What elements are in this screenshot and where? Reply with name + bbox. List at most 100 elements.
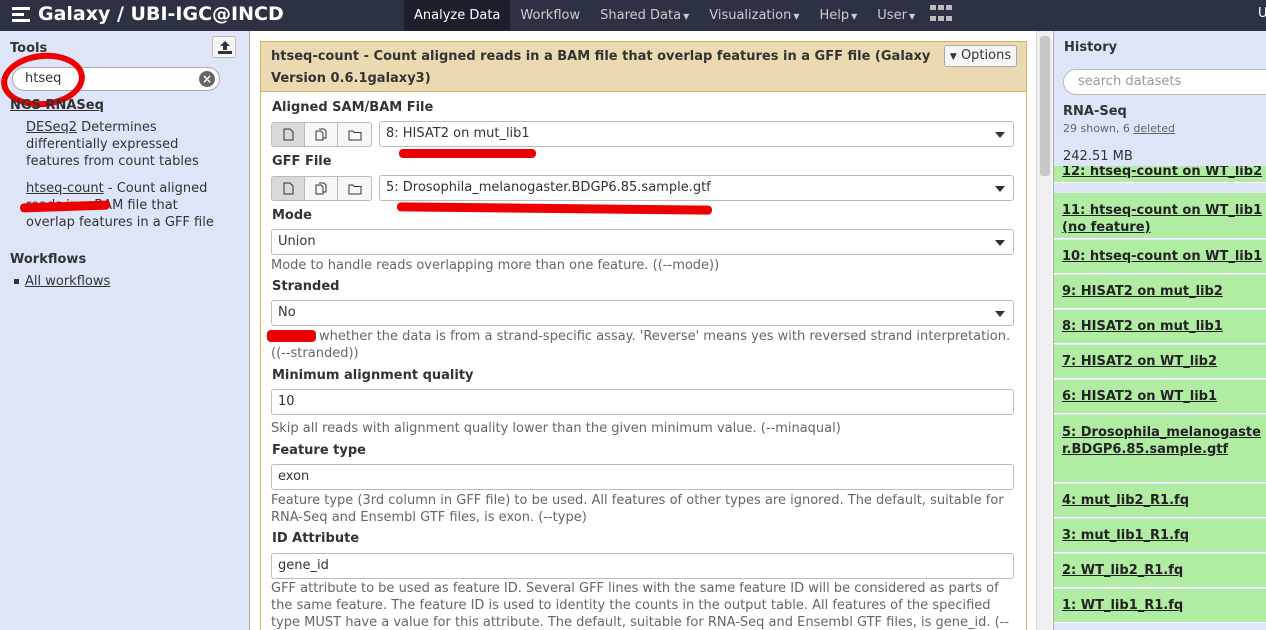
dataset-item[interactable]: 3: mut_lib1_R1.fq [1054,519,1266,553]
shown-text: 29 shown, 6 [1063,122,1134,135]
dataset-item[interactable]: 9: HISAT2 on mut_lib2 [1054,275,1266,309]
dropdown-arrow-icon [995,132,1005,138]
nav-user[interactable]: User ▼ [867,0,925,31]
nav-visualization[interactable]: Visualization ▼ [699,0,809,31]
dataset-item[interactable]: 5: Drosophila_melanogaster.BDGP6.85.samp… [1054,415,1266,483]
dataset-item[interactable]: 10: htseq-count on WT_lib1 [1054,240,1266,274]
tools-title: Tools [10,41,48,56]
nav-label: Shared Data [600,8,682,23]
all-workflows-link[interactable]: All workflows [25,274,110,289]
tool-search-input[interactable]: htseq [12,67,220,91]
dataset-title[interactable]: 8: HISAT2 on mut_lib1 [1062,319,1223,334]
dataset-item[interactable]: 11: htseq-count on WT_lib1 (no feature) [1054,193,1266,239]
gff-file-select[interactable]: 5: Drosophila_melanogaster.BDGP6.85.samp… [379,175,1014,201]
center-scrollbar[interactable] [1036,31,1052,630]
caret-down-icon: ▼ [793,12,800,21]
history-name[interactable]: RNA-Seq [1063,104,1127,119]
caret-down-icon: ▼ [949,52,957,62]
stranded-value: No [278,305,296,320]
nav-analyze-data[interactable]: Analyze Data [404,0,511,31]
history-panel: History search datasets RNA-Seq 29 shown… [1053,31,1266,630]
nav-help[interactable]: Help ▼ [810,0,868,31]
mode-select[interactable]: Union [271,229,1014,255]
dataset-item[interactable]: 1: WT_lib1_R1.fq [1054,589,1266,623]
single-file-icon[interactable] [272,123,305,146]
nav-workflow[interactable]: Workflow [510,0,590,31]
dataset-item[interactable]: 12: htseq-count on WT_lib2 [1054,166,1266,183]
tool-htseq-count[interactable]: htseq-count - Count aligned reads in a B… [26,180,226,231]
all-workflows-item[interactable]: All workflows [14,274,110,289]
brand[interactable]: Galaxy / UBI-IGC@INCD [12,3,284,25]
dataset-title[interactable]: 5: Drosophila_melanogaster.BDGP6.85.samp… [1062,425,1261,457]
history-search-input[interactable]: search datasets [1063,69,1266,95]
mode-value: Union [278,234,316,249]
dataset-item[interactable]: 4: mut_lib2_R1.fq [1054,484,1266,518]
folder-icon[interactable] [338,177,371,200]
section-ngs-rnaseq[interactable]: NGS RNASeq [10,98,104,113]
tool-link-htseq-count[interactable]: htseq-count [26,181,104,196]
galaxy-logo-icon [12,5,32,23]
dataset-title[interactable]: 7: HISAT2 on WT_lib2 [1062,354,1217,369]
options-button[interactable]: ▼ Options [944,45,1017,67]
id-attribute-label: ID Attribute [272,531,360,546]
bullet-icon [14,279,19,284]
tool-form: htseq-count - Count aligned reads in a B… [260,41,1027,630]
folder-icon[interactable] [338,123,371,146]
stranded-select[interactable]: No [271,300,1014,326]
id-attribute-help: GFF attribute to be used as feature ID. … [271,581,1010,630]
dataset-item[interactable]: 8: HISAT2 on mut_lib1 [1054,310,1266,344]
minqual-input[interactable]: 10 [271,389,1014,415]
nav-label: Visualization [709,8,792,23]
mode-help: Mode to handle reads overlapping more th… [271,258,720,273]
feature-type-help: Feature type (3rd column in GFF file) to… [271,493,1004,525]
dataset-item[interactable]: 2: WT_lib2_R1.fq [1054,554,1266,588]
aligned-file-select[interactable]: 8: HISAT2 on mut_lib1 [379,121,1014,147]
dataset-item[interactable]: 6: HISAT2 on WT_lib1 [1054,380,1266,414]
tool-deseq2[interactable]: DESeq2 Determines differentially express… [26,119,226,170]
user-initial: U [1258,6,1266,21]
dataset-title[interactable]: 3: mut_lib1_R1.fq [1062,528,1189,543]
dataset-title[interactable]: 1: WT_lib1_R1.fq [1062,598,1183,613]
clear-search-icon[interactable]: × [199,71,215,87]
aligned-file-label: Aligned SAM/BAM File [272,100,434,115]
dataset-title[interactable]: 10: htseq-count on WT_lib1 [1062,249,1262,264]
tool-link-deseq2[interactable]: DESeq2 [26,120,77,135]
history-shown-count: 29 shown, 6 deleted [1063,122,1175,135]
options-label: Options [960,48,1012,63]
multiple-files-icon[interactable] [305,123,338,146]
minqual-help: Skip all reads with alignment quality lo… [271,421,841,436]
caret-down-icon: ▼ [908,12,916,21]
grid-icon[interactable] [930,5,952,25]
nav-shared-data[interactable]: Shared Data ▼ [590,0,699,31]
caret-down-icon: ▼ [683,12,690,21]
aligned-input-mode-group [271,122,372,147]
tool-title: htseq-count - Count aligned reads in a B… [271,49,931,86]
tool-form-header: htseq-count - Count aligned reads in a B… [261,42,1026,92]
id-attribute-input[interactable]: gene_id [271,553,1014,579]
feature-type-input[interactable]: exon [271,464,1014,490]
dataset-title[interactable]: 4: mut_lib2_R1.fq [1062,493,1189,508]
upload-button[interactable] [212,36,236,58]
multiple-files-icon[interactable] [305,177,338,200]
dataset-title[interactable]: 2: WT_lib2_R1.fq [1062,563,1183,578]
gff-file-label: GFF File [272,154,332,169]
upload-icon [218,41,232,54]
single-file-icon[interactable] [272,177,305,200]
dataset-title[interactable]: 12: htseq-count on WT_lib2 [1062,166,1262,179]
deleted-link[interactable]: deleted [1133,122,1175,135]
brand-title: Galaxy / UBI-IGC@INCD [38,3,284,25]
minqual-label: Minimum alignment quality [272,368,474,383]
dataset-item[interactable]: 7: HISAT2 on WT_lib2 [1054,345,1266,379]
dropdown-arrow-icon [995,186,1005,192]
scrollbar-thumb[interactable] [1040,36,1050,176]
stranded-label: Stranded [272,279,340,294]
workflows-title: Workflows [10,252,87,267]
dataset-title[interactable]: 9: HISAT2 on mut_lib2 [1062,284,1223,299]
mode-label: Mode [272,208,312,223]
stranded-help: whether the data is from a strand-specif… [271,329,1011,361]
tool-panel: Tools htseq × NGS RNASeq DESeq2 Determin… [0,31,250,630]
top-nav: Analyze Data Workflow Shared Data ▼ Visua… [404,0,925,31]
dataset-title[interactable]: 6: HISAT2 on WT_lib1 [1062,389,1217,404]
dataset-title[interactable]: 11: htseq-count on WT_lib1 (no feature) [1062,203,1262,235]
red-annotation-underline [399,149,536,158]
